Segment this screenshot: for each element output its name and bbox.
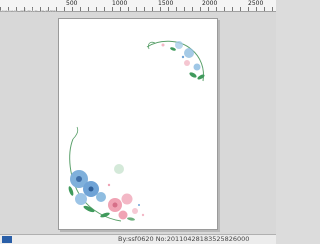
- document-canvas[interactable]: [0, 12, 276, 234]
- status-bar: By:ssf0620 No:20110428183525826000: [0, 234, 276, 244]
- floral-artwork: [68, 40, 205, 222]
- bottom-left-flower-cluster: [68, 126, 145, 222]
- bottom-watermark: By:ssf0620 No:20110428183525826000: [118, 235, 250, 243]
- ruler-tick-label: 2000: [202, 0, 218, 7]
- ruler-tick-label: 500: [66, 0, 78, 7]
- ruler-tick-label: 1500: [158, 0, 174, 7]
- ruler-tick-label: 2500: [248, 0, 264, 7]
- ruler-tick-label: 1000: [112, 0, 128, 7]
- document-page[interactable]: [58, 18, 218, 230]
- top-right-flower-vine: [146, 40, 205, 82]
- page-indicator-icon[interactable]: [2, 236, 12, 243]
